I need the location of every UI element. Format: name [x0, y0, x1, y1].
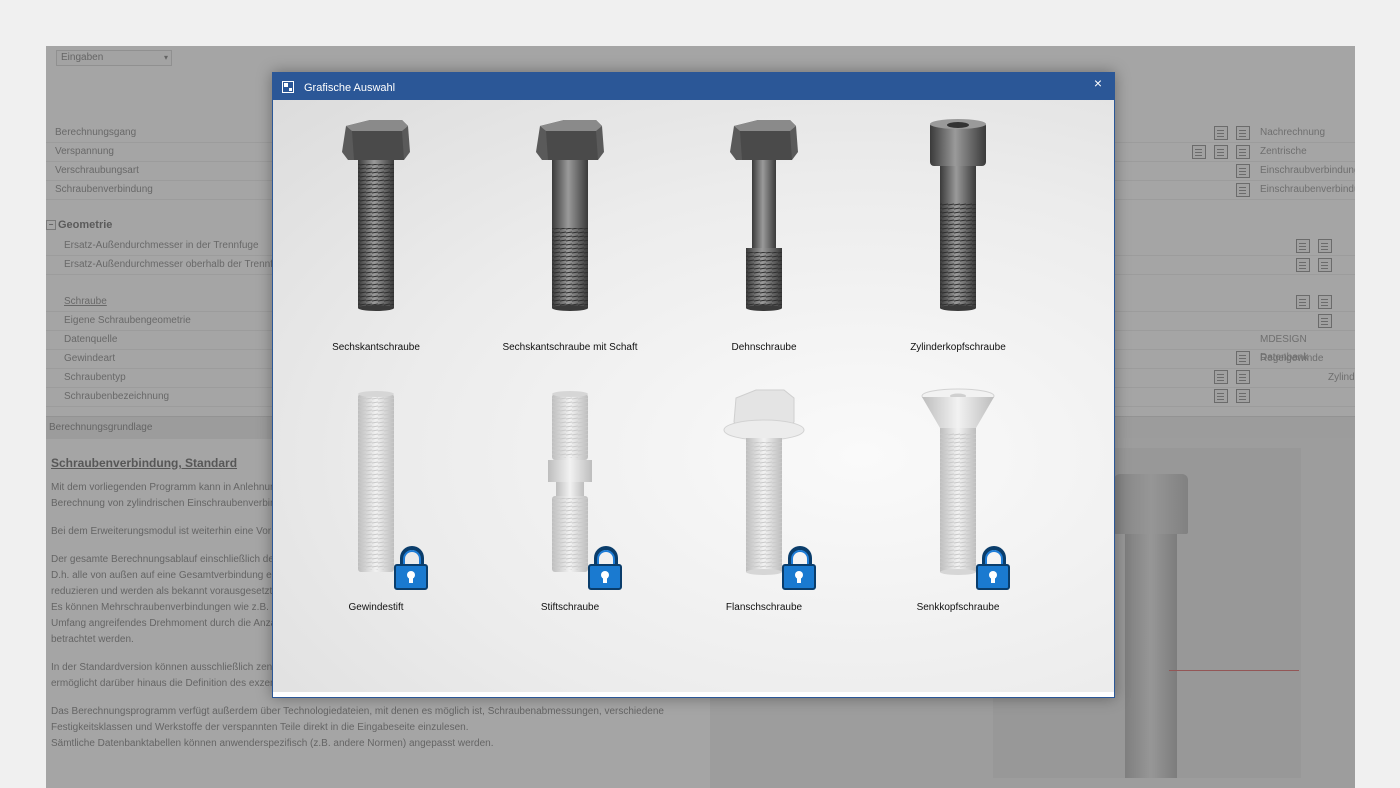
graphic-selection-dialog: Grafische Auswahl × Sechskantschraube Se…: [272, 72, 1115, 698]
edit-icon[interactable]: [1296, 239, 1310, 253]
collapse-icon[interactable]: −: [46, 220, 56, 230]
property-label: Eigene Schraubengeometrie: [64, 315, 191, 326]
property-label: Verschraubungsart: [55, 165, 139, 176]
screw-option-socket-head[interactable]: Zylinderkopfschraube: [888, 118, 1028, 353]
chevron-down-icon: ▾: [163, 53, 168, 62]
property-value: Einschraubverbindung: [1260, 165, 1355, 176]
edit-icon[interactable]: [1296, 295, 1310, 309]
edit-icon[interactable]: [1296, 258, 1310, 272]
info-icon[interactable]: [1318, 239, 1332, 253]
option-label: Gewindestift: [348, 602, 404, 613]
screw-option-hex-bolt-shank[interactable]: Sechskantschraube mit Schaft: [500, 118, 640, 353]
dialog-titlebar[interactable]: Grafische Auswahl ×: [273, 73, 1114, 100]
info-icon[interactable]: [1236, 370, 1250, 384]
grid-icon[interactable]: [1214, 389, 1228, 403]
input-mode-dropdown-value: Eingaben: [61, 52, 104, 63]
socket-head-screw-icon: [930, 119, 986, 311]
table-icon[interactable]: [1236, 351, 1250, 365]
info-icon[interactable]: [1318, 295, 1332, 309]
option-label: Zylinderkopfschraube: [910, 342, 1006, 353]
property-label: Ersatz-Außendurchmesser oberhalb der Tre…: [64, 259, 290, 270]
lock-icon: [976, 546, 1010, 590]
preview-bolt-head: [1114, 474, 1188, 534]
property-label: Ersatz-Außendurchmesser in der Trennfuge: [64, 240, 259, 251]
table-icon[interactable]: [1214, 126, 1228, 140]
dialog-title: Grafische Auswahl: [304, 82, 396, 94]
table-icon[interactable]: [1192, 145, 1206, 159]
screw-option-hex-bolt[interactable]: Sechskantschraube: [306, 118, 446, 353]
info-icon[interactable]: [1236, 389, 1250, 403]
property-label: Verspannung: [55, 146, 114, 157]
property-value: Regelgewinde: [1260, 353, 1324, 364]
info-icon[interactable]: [1236, 126, 1250, 140]
option-label: Sechskantschraube: [332, 342, 420, 353]
screw-option-stud-bolt[interactable]: Stiftschraube: [500, 388, 640, 618]
close-button[interactable]: ×: [1094, 75, 1102, 91]
property-value: Zylind: [1328, 372, 1355, 383]
lock-icon: [588, 546, 622, 590]
option-label: Sechskantschraube mit Schaft: [502, 342, 638, 353]
doc-paragraph: Das Berechnungsprogramm verfügt außerdem…: [51, 706, 664, 749]
property-label: Schraubenverbindung: [55, 184, 153, 195]
option-label: Flanschschraube: [725, 602, 803, 613]
option-label: Stiftschraube: [540, 602, 600, 613]
info-icon[interactable]: [1318, 258, 1332, 272]
dialog-content: Sechskantschraube Sechskantschraube mit …: [273, 100, 1114, 692]
property-value: Nachrechnung: [1260, 127, 1326, 138]
expansion-bolt-icon: [730, 120, 798, 311]
screw-option-countersunk[interactable]: Senkkopfschraube: [888, 388, 1028, 618]
info-icon[interactable]: [1236, 183, 1250, 197]
screw-option-flange-bolt[interactable]: Flanschschraube: [694, 388, 834, 618]
preview-bolt-shank: [1125, 534, 1177, 778]
preview-dimension-line: [1169, 670, 1299, 671]
input-mode-dropdown[interactable]: Eingaben ▾: [56, 50, 172, 66]
option-label: Senkkopfschraube: [916, 602, 1000, 613]
property-label: Schraubentyp: [64, 372, 126, 383]
property-label: Datenquelle: [64, 334, 118, 345]
edit-icon[interactable]: [1214, 145, 1228, 159]
table-icon[interactable]: [1214, 370, 1228, 384]
info-icon[interactable]: [1236, 145, 1250, 159]
app-window-icon: [282, 81, 294, 93]
geometry-group-header[interactable]: − Geometrie: [46, 219, 112, 231]
hex-bolt-shank-icon: [536, 120, 604, 311]
option-label: Dehnschraube: [731, 342, 797, 353]
edit-icon[interactable]: [1318, 314, 1332, 328]
property-label: Gewindeart: [64, 353, 116, 364]
geometry-group-label: Geometrie: [58, 219, 113, 231]
property-value: Zentrische: [1260, 146, 1307, 157]
lock-icon: [394, 546, 428, 590]
screw-option-expansion-bolt[interactable]: Dehnschraube: [694, 118, 834, 353]
table-icon[interactable]: [1236, 164, 1250, 178]
lock-icon: [782, 546, 816, 590]
property-label: Schraube: [64, 296, 107, 307]
screw-option-set-screw[interactable]: Gewindestift: [306, 388, 446, 618]
hex-bolt-icon: [342, 120, 410, 311]
property-label: Schraubenbezeichnung: [64, 391, 170, 402]
property-label: Berechnungsgang: [55, 127, 137, 138]
property-value: Einschraubenverbindung: [1260, 184, 1355, 195]
